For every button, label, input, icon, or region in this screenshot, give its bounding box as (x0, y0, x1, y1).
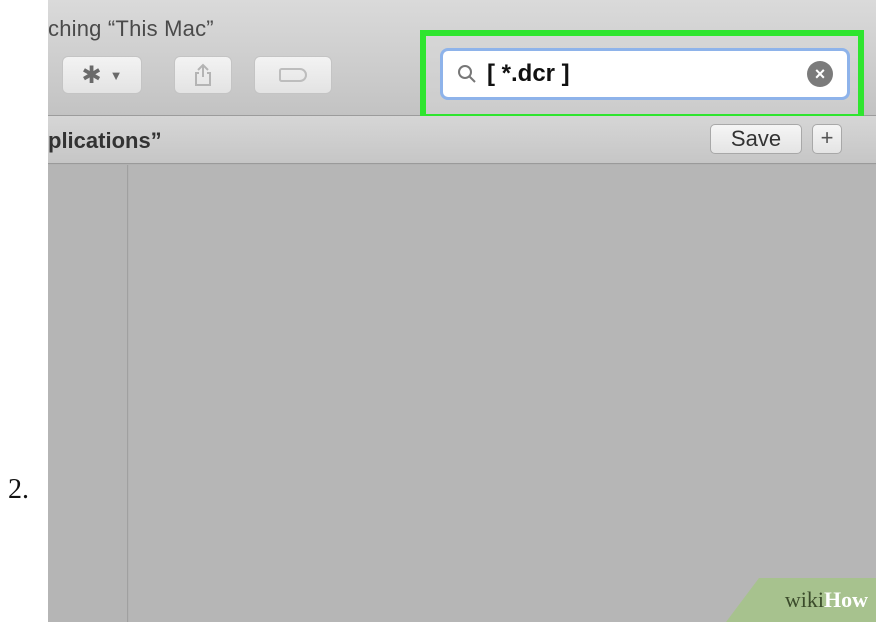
search-input[interactable]: [ *.dcr ] (487, 60, 807, 88)
sidebar (48, 165, 128, 622)
window-title: ching “This Mac” (48, 16, 214, 41)
search-scope-label[interactable]: plications” (48, 128, 162, 154)
search-icon (458, 65, 476, 83)
clear-search-icon[interactable]: × (807, 61, 833, 87)
watermark-wiki: wiki (784, 587, 824, 612)
step-number: 2. (8, 474, 29, 505)
share-icon (195, 63, 211, 86)
finder-search-window: ching “This Mac” ✱ ▼ [ *.dcr ] × plicati… (48, 0, 876, 622)
share-button[interactable] (174, 56, 232, 94)
watermark-how: How (824, 587, 868, 612)
tag-button[interactable] (254, 56, 332, 94)
gear-icon: ✱ (81, 61, 102, 89)
results-area (129, 165, 876, 622)
search-scope-bar: plications” Save + (48, 116, 876, 164)
save-button[interactable]: Save (710, 124, 802, 154)
add-criteria-button[interactable]: + (812, 124, 842, 154)
tag-icon (279, 68, 307, 82)
search-field[interactable]: [ *.dcr ] × (440, 48, 850, 100)
action-button[interactable]: ✱ ▼ (62, 56, 142, 94)
chevron-down-icon: ▼ (109, 67, 123, 83)
